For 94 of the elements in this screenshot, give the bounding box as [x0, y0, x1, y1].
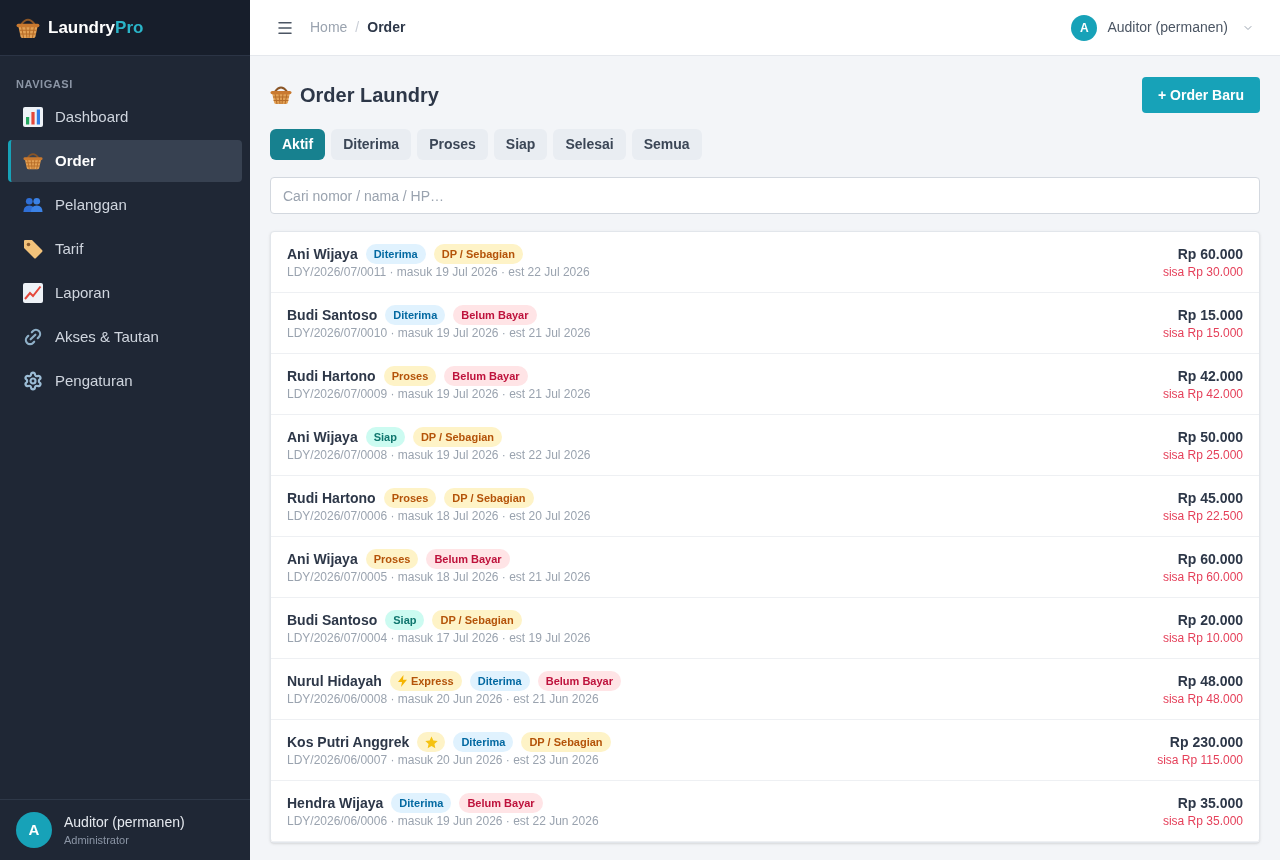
nav-item[interactable]: Akses & Tautan [8, 316, 242, 358]
status-badge: Proses [383, 488, 437, 508]
nav-item[interactable]: Tarif [8, 228, 242, 270]
order-meta: LDY/2026/07/0005 · masuk 18 Jul 2026 · est 21 Jul 2026 [287, 569, 591, 585]
customer-name[interactable]: Budi Santoso [287, 609, 378, 631]
status-badge: Belum Bayar [444, 366, 528, 386]
customer-name[interactable]: Rudi Hartono [287, 487, 376, 509]
customer-name[interactable]: Nurul Hidayah [287, 670, 382, 692]
status-badge: DP / Sebagian [412, 427, 503, 447]
order-meta: LDY/2026/07/0011 · masuk 19 Jul 2026 · est 22 Jul 2026 [287, 264, 590, 280]
remaining-balance: sisa Rp 35.000 [1162, 813, 1243, 829]
remaining-balance: sisa Rp 10.000 [1162, 630, 1243, 646]
status-badge: DP / Sebagian [432, 610, 522, 630]
search-field[interactable]: Cari nomor / nama / HP… [270, 177, 1260, 214]
customer-name[interactable]: Budi Santoso [287, 304, 378, 326]
page-title: Order Laundry [300, 83, 439, 108]
remaining-balance: sisa Rp 25.000 [1162, 447, 1243, 463]
customer-name[interactable]: Rudi Hartono [287, 365, 376, 387]
order-total: Rp 35.000 [1177, 794, 1243, 813]
status-badge: Siap [365, 427, 405, 447]
remaining-balance: sisa Rp 15.000 [1162, 325, 1243, 341]
customer-name[interactable]: Ani Wijaya [287, 243, 358, 265]
status-badge: Belum Bayar [537, 671, 621, 691]
remaining-balance: sisa Rp 42.000 [1162, 386, 1243, 402]
customer-name[interactable]: Ani Wijaya [287, 548, 358, 570]
nav-item[interactable]: Pengaturan [8, 360, 242, 402]
order-meta: LDY/2026/06/0007 · masuk 20 Jun 2026 · est 23 Jun 2026 [287, 752, 600, 768]
brand-accent: Pro [115, 16, 144, 39]
user-avatar: A [16, 812, 52, 848]
status-badge: Belum Bayar [426, 549, 510, 569]
order-meta: LDY/2026/07/0008 · masuk 19 Jul 2026 · est 22 Jul 2026 [287, 447, 591, 463]
order-total: Rp 42.000 [1177, 367, 1243, 386]
status-badge: Diterima [391, 793, 452, 813]
order-total: Rp 230.000 [1169, 733, 1243, 752]
order-meta: LDY/2026/07/0010 · masuk 19 Jul 2026 · est 21 Jul 2026 [287, 325, 591, 341]
nav-item[interactable]: Laporan [8, 272, 242, 314]
brand-name: Laundry [48, 16, 116, 39]
status-badge: Diterima [469, 671, 530, 691]
people-icon [23, 195, 43, 215]
status-badge: Siap [385, 610, 425, 630]
status-badge: DP / Sebagian [444, 488, 534, 508]
order-total: Rp 45.000 [1177, 489, 1243, 508]
customer-name[interactable]: Ani Wijaya [287, 426, 358, 448]
status-badge: Belum Bayar [453, 305, 537, 325]
order-meta: LDY/2026/07/0006 · masuk 18 Jul 2026 · est 20 Jul 2026 [287, 508, 591, 524]
nav-item[interactable]: Pelanggan [8, 184, 242, 226]
user-menu-button[interactable]: A Auditor (permanen) [1071, 14, 1254, 41]
user-avatar: A [1071, 14, 1098, 41]
basket-icon [23, 151, 43, 171]
user-role: Administrator [64, 833, 130, 848]
order-meta: LDY/2026/06/0008 · masuk 20 Jun 2026 · est 21 Jun 2026 [287, 691, 600, 707]
filter-tab[interactable]: Semua [631, 129, 702, 160]
lightning-icon [397, 675, 407, 687]
order-meta: LDY/2026/06/0006 · masuk 19 Jun 2026 · est 22 Jun 2026 [287, 813, 599, 829]
order-total: Rp 60.000 [1177, 550, 1243, 569]
order-meta: LDY/2026/07/0004 · masuk 17 Jul 2026 · est 19 Jul 2026 [287, 630, 591, 646]
gear-icon [23, 371, 43, 391]
remaining-balance: sisa Rp 30.000 [1162, 264, 1243, 280]
status-badge: Diterima [453, 732, 514, 752]
user-name: Auditor (permanen) [64, 813, 185, 832]
order-total: Rp 60.000 [1177, 245, 1243, 264]
filter-tab[interactable]: Siap [493, 129, 548, 160]
filter-tab[interactable]: Selesai [553, 129, 626, 160]
order-total: Rp 50.000 [1177, 428, 1243, 447]
customer-name[interactable]: Hendra Wijaya [287, 792, 384, 814]
remaining-balance: sisa Rp 48.000 [1162, 691, 1243, 707]
breadcrumb-separator: / [355, 18, 360, 37]
status-badge: Diterima [365, 244, 426, 264]
filter-tab[interactable]: Diterima [331, 129, 412, 160]
order-meta: LDY/2026/07/0009 · masuk 19 Jul 2026 · est 21 Jul 2026 [287, 386, 591, 402]
customer-name[interactable]: Kos Putri Anggrek [287, 731, 410, 753]
filter-tab[interactable]: Proses [417, 129, 488, 160]
line-chart-icon [23, 283, 43, 303]
tag-icon [23, 239, 43, 259]
order-total: Rp 48.000 [1177, 672, 1243, 691]
order-total: Rp 15.000 [1177, 306, 1243, 325]
bar-chart-icon [23, 107, 43, 127]
remaining-balance: sisa Rp 115.000 [1157, 752, 1243, 768]
filter-tab[interactable]: Aktif [270, 129, 326, 160]
nav-item[interactable]: Dashboard [8, 96, 242, 138]
order-total: Rp 20.000 [1177, 611, 1243, 630]
status-badge: Proses [383, 366, 437, 386]
status-badge: DP / Sebagian [433, 244, 523, 264]
section-label: NAVIGASI [15, 77, 74, 92]
status-badge: Proses [365, 549, 419, 569]
nav-item[interactable]: Order [8, 140, 242, 182]
basket-icon [270, 84, 292, 106]
breadcrumb-current: Order [367, 18, 406, 37]
status-badge: Diterima [385, 305, 446, 325]
remaining-balance: sisa Rp 60.000 [1162, 569, 1243, 585]
remaining-balance: sisa Rp 22.500 [1162, 508, 1243, 524]
status-badge: DP / Sebagian [521, 732, 611, 752]
badge-label: Express [410, 673, 454, 689]
status-badge: Belum Bayar [459, 793, 543, 813]
